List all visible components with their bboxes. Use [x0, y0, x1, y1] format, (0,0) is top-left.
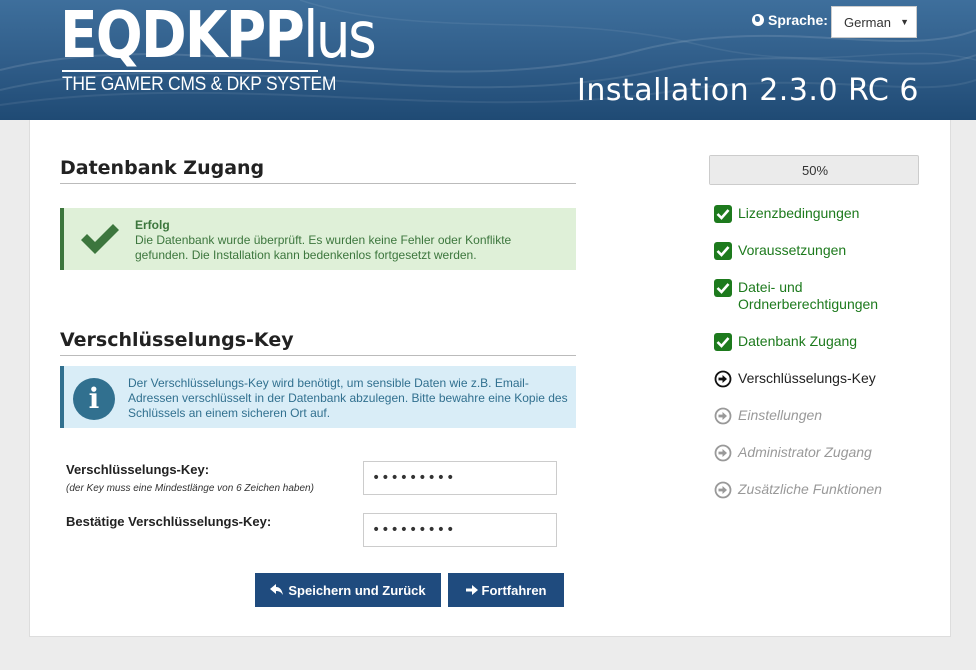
language-label: Sprache:: [752, 12, 828, 28]
circle-arrow-right-icon: [714, 444, 732, 462]
checkbox-checked-icon: [714, 242, 732, 260]
continue-button[interactable]: Fortfahren: [448, 573, 564, 607]
success-alert: Erfolg Die Datenbank wurde überprüft. Es…: [60, 208, 576, 270]
step-label: Voraussetzungen: [738, 242, 847, 258]
circle-arrow-right-icon: [714, 407, 732, 425]
step-additional-features: Zusätzliche Funktionen: [714, 481, 882, 499]
logo-tagline: THE GAMER CMS & DKP SYSTEM: [62, 74, 337, 95]
eqdkp-logo[interactable]: EQDKPPlus THE GAMER CMS & DKP SYSTEM: [60, 0, 425, 95]
globe-icon: [752, 14, 764, 26]
reply-arrow-icon: [270, 584, 284, 595]
logo-wordmark: EQDKPPlus: [60, 0, 377, 73]
step-file-permissions: Datei- und Ordnerberechtigungen: [714, 279, 888, 313]
install-progress-bar: 50%: [709, 155, 919, 185]
step-label: Lizenzbedingungen: [738, 205, 860, 221]
step-settings: Einstellungen: [714, 407, 822, 425]
checkbox-checked-icon: [714, 205, 732, 223]
step-encryption-key: Verschlüsselungs-Key: [714, 370, 876, 388]
step-label: Zusätzliche Funktionen: [738, 481, 882, 497]
circle-arrow-right-icon: [714, 370, 732, 388]
encryption-divider: [60, 355, 576, 356]
step-requirements: Voraussetzungen: [714, 242, 846, 260]
save-and-back-button[interactable]: Speichern und Zurück: [255, 573, 441, 607]
database-divider: [60, 183, 576, 184]
installation-version: Installation 2.3.0 RC 6: [577, 73, 919, 108]
database-heading: Datenbank Zugang: [60, 157, 265, 179]
step-label: Einstellungen: [738, 407, 823, 423]
dropdown-caret-icon: ▼: [900, 17, 909, 27]
language-select[interactable]: German ▼: [831, 6, 917, 38]
success-message: Die Datenbank wurde überprüft. Es wurden…: [135, 233, 512, 262]
checkmark-icon: [81, 224, 119, 254]
circle-arrow-right-icon: [714, 481, 732, 499]
encryption-key-input[interactable]: •••••••••: [363, 461, 557, 495]
step-label: Administrator Zugang: [738, 444, 872, 460]
checkbox-checked-icon: [714, 333, 732, 351]
info-alert: i Der Verschlüsselungs-Key wird benötigt…: [60, 366, 576, 428]
key-hint: (der Key muss eine Mindestlänge von 6 Ze…: [66, 483, 314, 494]
step-license: Lizenzbedingungen: [714, 205, 859, 223]
confirm-key-label: Bestätige Verschlüsselungs-Key:: [66, 514, 272, 529]
step-label: Verschlüsselungs-Key: [738, 370, 876, 386]
success-title: Erfolg: [135, 218, 170, 232]
step-label: Datenbank Zugang: [738, 333, 858, 349]
confirm-key-input[interactable]: •••••••••: [363, 513, 557, 547]
step-label: Datei- und Ordnerberechtigungen: [738, 279, 879, 312]
encryption-heading: Verschlüsselungs-Key: [60, 329, 294, 351]
key-label: Verschlüsselungs-Key:: [66, 462, 210, 477]
info-message: Der Verschlüsselungs-Key wird benötigt, …: [128, 376, 568, 420]
header-banner: EQDKPPlus THE GAMER CMS & DKP SYSTEM Spr…: [0, 0, 976, 120]
arrow-right-icon: [465, 585, 478, 595]
progress-label: 50%: [801, 163, 829, 178]
step-database-access: Datenbank Zugang: [714, 333, 857, 351]
logo-divider: [62, 70, 318, 72]
info-icon: i: [73, 378, 115, 420]
checkbox-checked-icon: [714, 279, 732, 297]
step-admin-access: Administrator Zugang: [714, 444, 872, 462]
